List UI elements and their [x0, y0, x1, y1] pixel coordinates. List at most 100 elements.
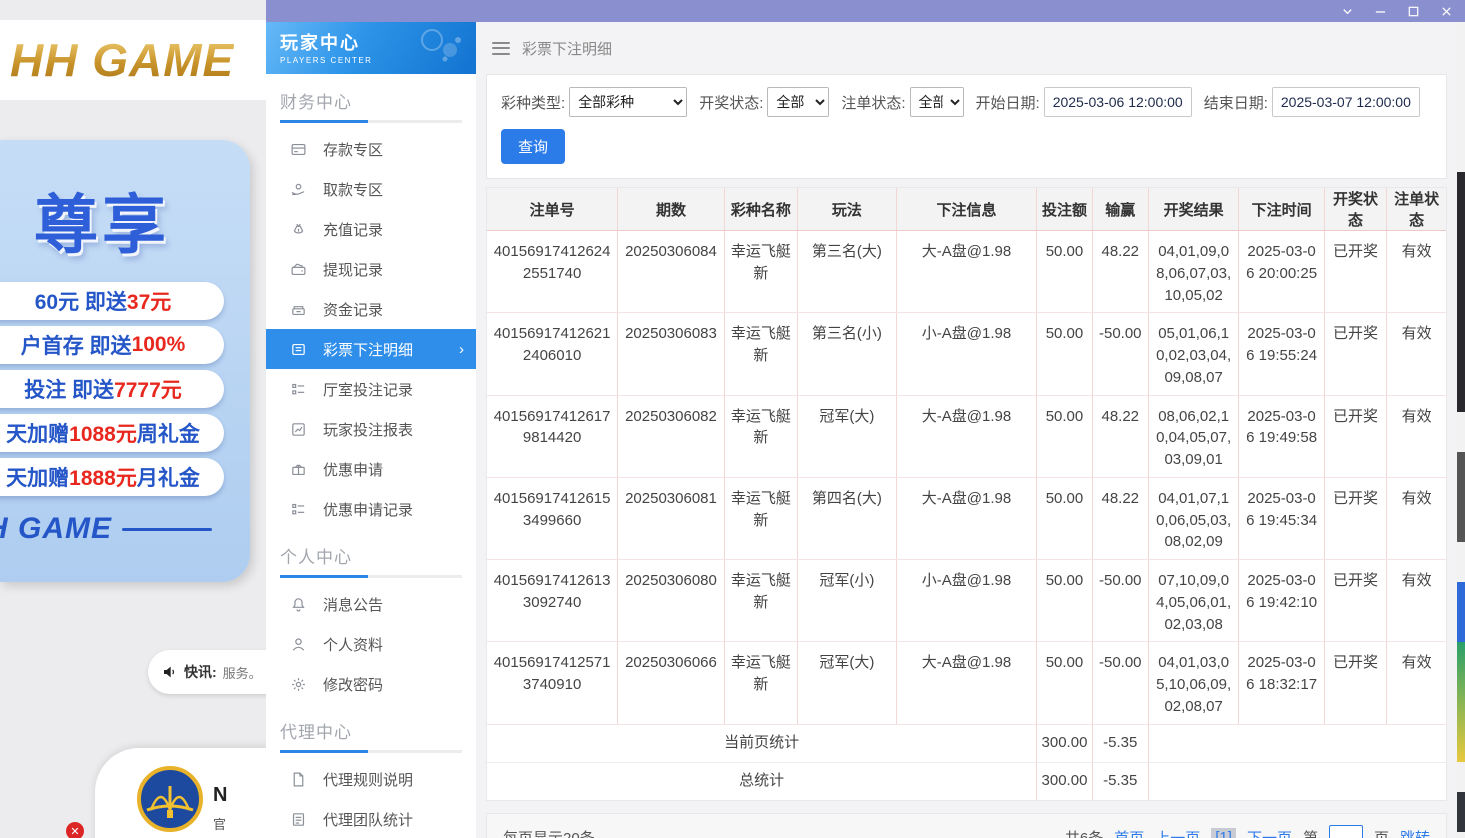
table-row: 40156917412621240601020250306083幸运飞艇新第三名… [487, 313, 1446, 395]
prev-page-link[interactable]: 上一页 [1155, 827, 1200, 838]
col-header-draw-status: 开奖状态 [1324, 188, 1386, 231]
promo-pill-text: 1088元 [69, 418, 137, 448]
sidebar-item-agent-team-stats[interactable]: 代理团队统计 [266, 799, 476, 838]
promo-brand-logo: H GAME [0, 512, 112, 546]
sidebar-sections: 财务中心存款专区取款专区充值记录提现记录资金记录彩票下注明细› 厅室投注记录玩家投… [266, 88, 476, 838]
cell-bet-info: 小-A盘@1.98 [896, 560, 1037, 642]
summary-row: 当前页统计300.00-5.35 [487, 724, 1446, 762]
jump-action-link[interactable]: 跳转 [1400, 827, 1430, 838]
cell-order-status: 有效 [1387, 477, 1446, 559]
col-header-period: 期数 [618, 188, 725, 231]
sidebar-item-notice[interactable]: 消息公告 [266, 584, 476, 624]
promo-record-icon [290, 501, 307, 518]
sidebar-item-label: 充值记录 [323, 219, 383, 240]
sidebar-item-promo-apply[interactable]: 优惠申请 [266, 449, 476, 489]
table-row: 40156917412624255174020250306084幸运飞艇新第三名… [487, 231, 1446, 313]
col-header-play: 玩法 [798, 188, 897, 231]
cell-order-status: 有效 [1387, 395, 1446, 477]
start-date-label: 开始日期: [976, 92, 1040, 113]
page-title: 彩票下注明细 [522, 38, 612, 59]
promo-apply-icon [290, 461, 307, 478]
sidebar-item-label: 彩票下注明细 [323, 339, 413, 360]
sidebar-item-change-password[interactable]: 修改密码 [266, 664, 476, 704]
close-icon[interactable] [1440, 5, 1453, 18]
table-row: 40156917412615349966020250306081幸运飞艇新第四名… [487, 477, 1446, 559]
cell-play: 冠军(小) [798, 560, 897, 642]
table-row: 40156917412613309274020250306080幸运飞艇新冠军(… [487, 560, 1446, 642]
sidebar-item-withdraw[interactable]: 取款专区 [266, 169, 476, 209]
summary-empty [1148, 724, 1446, 762]
sidebar-item-label: 厅室投注记录 [323, 379, 413, 400]
sidebar-header: 玩家中心 PLAYERS CENTER [266, 22, 476, 74]
close-badge-icon[interactable]: ✕ [66, 822, 84, 838]
first-page-link[interactable]: 首页 [1114, 827, 1144, 838]
maximize-icon[interactable] [1407, 5, 1420, 18]
sidebar-section-title: 财务中心 [280, 88, 476, 113]
promo-banner: 至尊享 60元 即送37元户首存 即送100%投注 即送7777元天加赠1088… [0, 140, 250, 582]
minimize-icon[interactable] [1374, 5, 1387, 18]
draw-status-select[interactable]: 全部 [767, 87, 829, 117]
cell-period: 20250306066 [618, 642, 725, 724]
next-page-link[interactable]: 下一页 [1247, 827, 1292, 838]
cell-lottery-name: 幸运飞艇新 [724, 231, 797, 313]
summary-win-loss: -5.35 [1092, 724, 1148, 762]
sidebar-item-player-bet-report[interactable]: 玩家投注报表 [266, 409, 476, 449]
cell-draw-status: 已开奖 [1324, 477, 1386, 559]
cell-win-loss: 48.22 [1092, 477, 1148, 559]
hamburger-icon[interactable] [492, 42, 510, 55]
promo-pill-text: 37元 [127, 286, 171, 316]
promo-pill-text: 户首存 即送 [21, 330, 132, 360]
cell-period: 20250306083 [618, 313, 725, 395]
col-header-win-loss: 输赢 [1092, 188, 1148, 231]
end-date-input[interactable] [1272, 87, 1420, 117]
sidebar-section-title: 代理中心 [280, 718, 476, 743]
sidebar-item-label: 代理规则说明 [323, 769, 413, 790]
bell-icon [290, 596, 307, 613]
sidebar-item-recharge-record[interactable]: 充值记录 [266, 209, 476, 249]
cell-bet-time: 2025-03-06 18:32:17 [1239, 642, 1324, 724]
current-page-badge[interactable]: [1] [1211, 828, 1236, 838]
promo-pill-text: 100% [132, 333, 186, 357]
col-header-bet-time: 下注时间 [1239, 188, 1324, 231]
sidebar-item-label: 优惠申请 [323, 459, 383, 480]
cell-draw-status: 已开奖 [1324, 560, 1386, 642]
cell-period: 20250306080 [618, 560, 725, 642]
sidebar-item-deposit[interactable]: 存款专区 [266, 129, 476, 169]
background-page: HH GAME 至尊享 60元 即送37元户首存 即送100%投注 即送7777… [0, 0, 266, 838]
cell-lottery-name: 幸运飞艇新 [724, 477, 797, 559]
sidebar-item-cashout-record[interactable]: 提现记录 [266, 249, 476, 289]
table-row: 40156917412571374091020250306066幸运飞艇新冠军(… [487, 642, 1446, 724]
jump-page-input[interactable] [1329, 825, 1363, 838]
promo-pill-text: 周礼金 [137, 418, 200, 448]
sidebar-item-label: 消息公告 [323, 594, 383, 615]
sidebar-item-agent-rules[interactable]: 代理规则说明 [266, 759, 476, 799]
cell-draw-status: 已开奖 [1324, 231, 1386, 313]
order-status-select[interactable]: 全部 [910, 87, 964, 117]
sidebar: 玩家中心 PLAYERS CENTER 财务中心存款专区取款专区充值记录提现记录… [266, 22, 476, 838]
col-header-bet-info: 下注信息 [896, 188, 1037, 231]
cell-win-loss: 48.22 [1092, 395, 1148, 477]
promo-brand: H GAME [0, 512, 212, 546]
promo-pill: 天加赠1088元周礼金 [0, 414, 224, 452]
start-date-input[interactable] [1044, 87, 1192, 117]
team-card: N 官 [95, 748, 295, 838]
cell-draw-result: 05,01,06,10,02,03,04,09,08,07 [1148, 313, 1238, 395]
sidebar-item-hall-bet-record[interactable]: 厅室投注记录 [266, 369, 476, 409]
sidebar-item-lottery-bet-detail[interactable]: 彩票下注明细› [266, 329, 476, 369]
bet-table-panel: 注单号期数彩种名称玩法下注信息投注额输赢开奖结果下注时间开奖状态注单状态 401… [486, 187, 1447, 801]
sidebar-item-label: 个人资料 [323, 634, 383, 655]
cell-order-no: 401569174126153499660 [487, 477, 618, 559]
chevron-down-icon[interactable] [1341, 5, 1354, 18]
site-logo-bar: HH GAME [0, 20, 266, 100]
lottery-type-select[interactable]: 全部彩种 [569, 87, 687, 117]
promo-title: 至尊享 [0, 174, 250, 266]
cell-play: 第三名(大) [798, 231, 897, 313]
topbar: 彩票下注明细 [486, 22, 1447, 74]
team-logo-icon [137, 766, 203, 832]
sidebar-item-funds-record[interactable]: 资金记录 [266, 289, 476, 329]
sidebar-item-profile[interactable]: 个人资料 [266, 624, 476, 664]
sidebar-item-promo-apply-record[interactable]: 优惠申请记录 [266, 489, 476, 529]
cell-bet-info: 大-A盘@1.98 [896, 642, 1037, 724]
col-header-lottery-name: 彩种名称 [724, 188, 797, 231]
search-button[interactable]: 查询 [501, 129, 565, 164]
